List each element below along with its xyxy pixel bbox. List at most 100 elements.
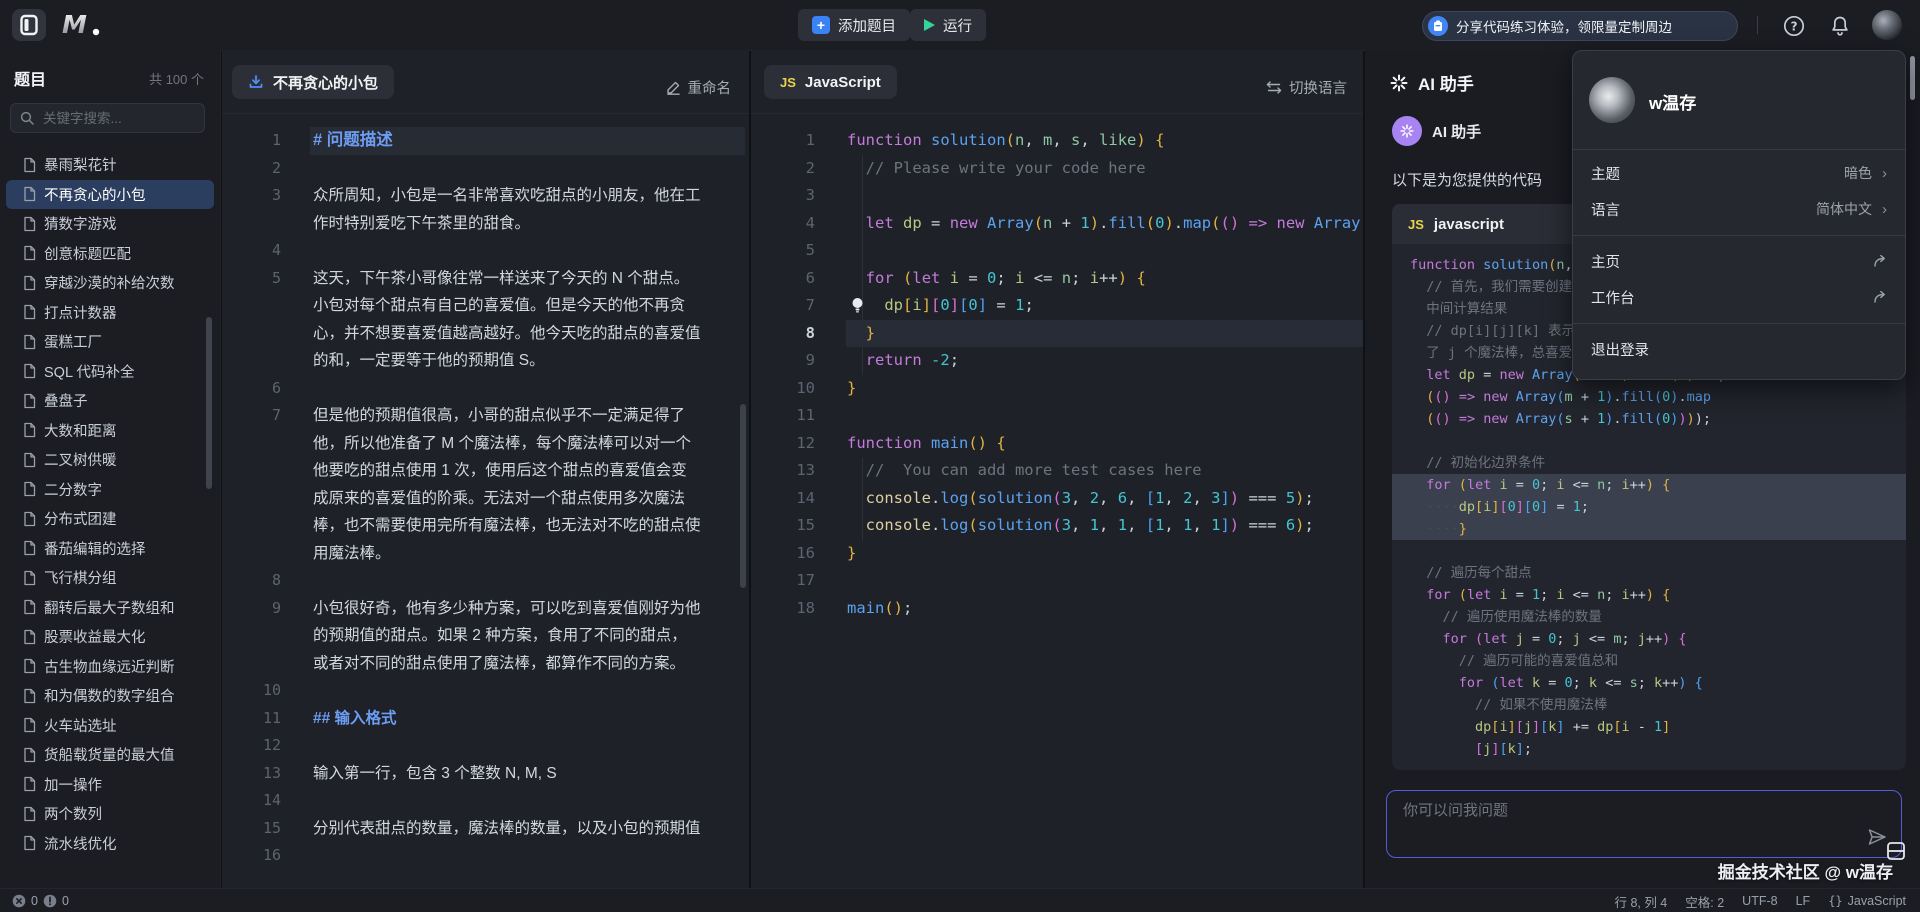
send-icon[interactable] <box>1867 827 1887 847</box>
sidebar-item[interactable]: 古生物血缘远近判断 <box>6 652 214 682</box>
sidebar-item-label: 穿越沙漠的补给次数 <box>44 272 175 293</box>
topbar-divider <box>1757 16 1758 34</box>
doc-row: 的和，一定要等于他的预期值 S。 <box>222 347 749 375</box>
doc-row: 15分别代表甜点的数量，魔法棒的数量，以及小包的预期值 <box>222 815 749 843</box>
sidebar-item[interactable]: 不再贪心的小包 <box>6 180 214 210</box>
doc-row: 成原来的喜爱值的阶乘。无法对一个甜点使用多次魔法 <box>222 485 749 513</box>
rename-button[interactable]: 重命名 <box>666 77 732 98</box>
doc-row: 他要吃的甜点使用 1 次，使用后这个甜点的喜爱值会变 <box>222 457 749 485</box>
switch-language-button[interactable]: 切换语言 <box>1266 77 1347 98</box>
sidebar-item[interactable]: 分布式团建 <box>6 504 214 534</box>
add-problem-button[interactable]: + 添加题目 <box>798 9 910 41</box>
doc-row: 6 <box>222 375 749 403</box>
menu-divider <box>1573 149 1905 150</box>
code-editor[interactable]: 1function solution(n, m, s, like) {2 // … <box>751 114 1363 888</box>
menu-item-theme[interactable]: 主题 暗色 › <box>1573 155 1905 191</box>
home-label: 主页 <box>1591 251 1620 272</box>
document-icon <box>22 304 37 320</box>
user-avatar[interactable] <box>1872 10 1902 40</box>
language-mode[interactable]: {} JavaScript <box>1828 894 1906 908</box>
sidebar-item-label: 加一操作 <box>44 774 102 795</box>
run-button[interactable]: 运行 <box>910 9 986 41</box>
doc-row: 他，所以他准备了 M 个魔法棒，每个魔法棒可以对一个 <box>222 430 749 458</box>
cursor-position[interactable]: 行 8, 列 4 <box>1614 892 1667 911</box>
document-icon <box>22 717 37 733</box>
sidebar-item[interactable]: 大数和距离 <box>6 416 214 446</box>
sidebar-item[interactable]: 暴雨梨花针 <box>6 150 214 180</box>
sidebar-toggle-button[interactable] <box>12 9 46 41</box>
errors-indicator[interactable]: 0 <box>12 894 38 908</box>
encoding-setting[interactable]: UTF-8 <box>1742 894 1777 908</box>
sidebar-scrollbar[interactable] <box>206 317 212 489</box>
help-button[interactable]: ? <box>1782 14 1806 38</box>
chevron-right-icon: › <box>1882 201 1887 218</box>
sidebar-item[interactable]: 股票收益最大化 <box>6 622 214 652</box>
code-line: 8 } <box>751 320 1363 348</box>
menu-item-logout[interactable]: 退出登录 <box>1573 331 1905 367</box>
sidebar-item[interactable]: SQL 代码补全 <box>6 357 214 387</box>
warnings-indicator[interactable]: 0 <box>43 894 69 908</box>
help-icon: ? <box>1782 14 1806 38</box>
sidebar-item-label: 飞行棋分组 <box>44 567 117 588</box>
ai-panel-scrollbar[interactable] <box>1910 56 1915 100</box>
sidebar-item[interactable]: 和为偶数的数字组合 <box>6 681 214 711</box>
menu-item-workspace[interactable]: 工作台 <box>1573 279 1905 315</box>
document-icon <box>22 835 37 851</box>
ai-code-row: ····} <box>1392 518 1906 540</box>
problem-tab[interactable]: 不再贪心的小包 <box>232 65 394 99</box>
sidebar-item[interactable]: 穿越沙漠的补给次数 <box>6 268 214 298</box>
eol-setting[interactable]: LF <box>1796 894 1811 908</box>
sidebar-item[interactable]: 加一操作 <box>6 770 214 800</box>
ai-panel-title: AI 助手 <box>1418 70 1474 95</box>
ai-code-row: for (let i = 1; i <= n; i++) { <box>1392 584 1906 606</box>
doc-row: 13输入第一行，包含 3 个整数 N, M, S <box>222 760 749 788</box>
sidebar-item[interactable]: 翻转后最大子数组和 <box>6 593 214 623</box>
document-icon <box>22 334 37 350</box>
user-menu-name: w温存 <box>1649 89 1696 114</box>
menu-item-language[interactable]: 语言 简体中文 › <box>1573 191 1905 227</box>
ai-code-row: // 初始化边界条件 <box>1392 452 1906 474</box>
editor-panel-header: JS JavaScript 切换语言 <box>751 50 1363 114</box>
sidebar-item[interactable]: 二叉树供暖 <box>6 445 214 475</box>
menu-item-home[interactable]: 主页 <box>1573 243 1905 279</box>
sidebar-item[interactable]: 猜数字游戏 <box>6 209 214 239</box>
svg-text:M: M <box>62 10 87 39</box>
sidebar-item[interactable]: 二分数字 <box>6 475 214 505</box>
status-bar: 0 0 行 8, 列 4 空格: 2 UTF-8 LF {} JavaScrip… <box>0 888 1920 912</box>
topbar: M + 添加题目 运行 分享代码练习体验，领限量定制周边 <box>0 0 1920 51</box>
sidebar-item[interactable]: 打点计数器 <box>6 298 214 328</box>
lightbulb-icon[interactable] <box>850 296 865 314</box>
language-tab[interactable]: JS JavaScript <box>764 65 897 99</box>
code-line: 18main(); <box>751 595 1363 623</box>
sidebar-item[interactable]: 流水线优化 <box>6 829 214 859</box>
ai-code-row: [j][k]; <box>1392 738 1906 760</box>
search-box[interactable] <box>10 103 205 133</box>
warning-icon <box>43 894 57 908</box>
problem-scrollbar[interactable] <box>740 404 746 588</box>
sidebar-item[interactable]: 火车站选址 <box>6 711 214 741</box>
sidebar-item[interactable]: 货船载货量的最大值 <box>6 740 214 770</box>
doc-row: 4 <box>222 237 749 265</box>
panel-layout-icon[interactable] <box>1886 840 1906 862</box>
ai-chat-input[interactable] <box>1401 801 1825 820</box>
problem-panel-header: 不再贪心的小包 重命名 <box>222 50 749 114</box>
problem-editor[interactable]: 1# 问题描述23众所周知，小包是一名非常喜欢吃甜点的小朋友，他在工作时特别爱吃… <box>222 114 749 888</box>
workspace-label: 工作台 <box>1591 287 1635 308</box>
indentation-setting[interactable]: 空格: 2 <box>1685 892 1724 911</box>
sidebar-item[interactable]: 蛋糕工厂 <box>6 327 214 357</box>
ai-code-row: dp[i][j][k] += dp[i - 1] <box>1392 716 1906 738</box>
theme-value: 暗色 <box>1844 163 1872 183</box>
promo-banner[interactable]: 分享代码练习体验，领限量定制周边 <box>1422 11 1738 41</box>
sidebar-item[interactable]: 飞行棋分组 <box>6 563 214 593</box>
sidebar-item[interactable]: 两个数列 <box>6 799 214 829</box>
sidebar-item-label: 大数和距离 <box>44 420 117 441</box>
sidebar-item[interactable]: 创意标题匹配 <box>6 239 214 269</box>
search-input[interactable] <box>41 110 195 127</box>
ai-code-row: for (let i = 0; i <= n; i++) { <box>1392 474 1906 496</box>
notifications-button[interactable] <box>1828 14 1852 38</box>
sidebar-item[interactable]: 叠盘子 <box>6 386 214 416</box>
sidebar-item[interactable]: 番茄编辑的选择 <box>6 534 214 564</box>
user-menu: w温存 主题 暗色 › 语言 简体中文 › 主页 工作台 <box>1572 50 1906 380</box>
run-label: 运行 <box>943 15 972 36</box>
brand-logo[interactable]: M <box>60 8 104 42</box>
